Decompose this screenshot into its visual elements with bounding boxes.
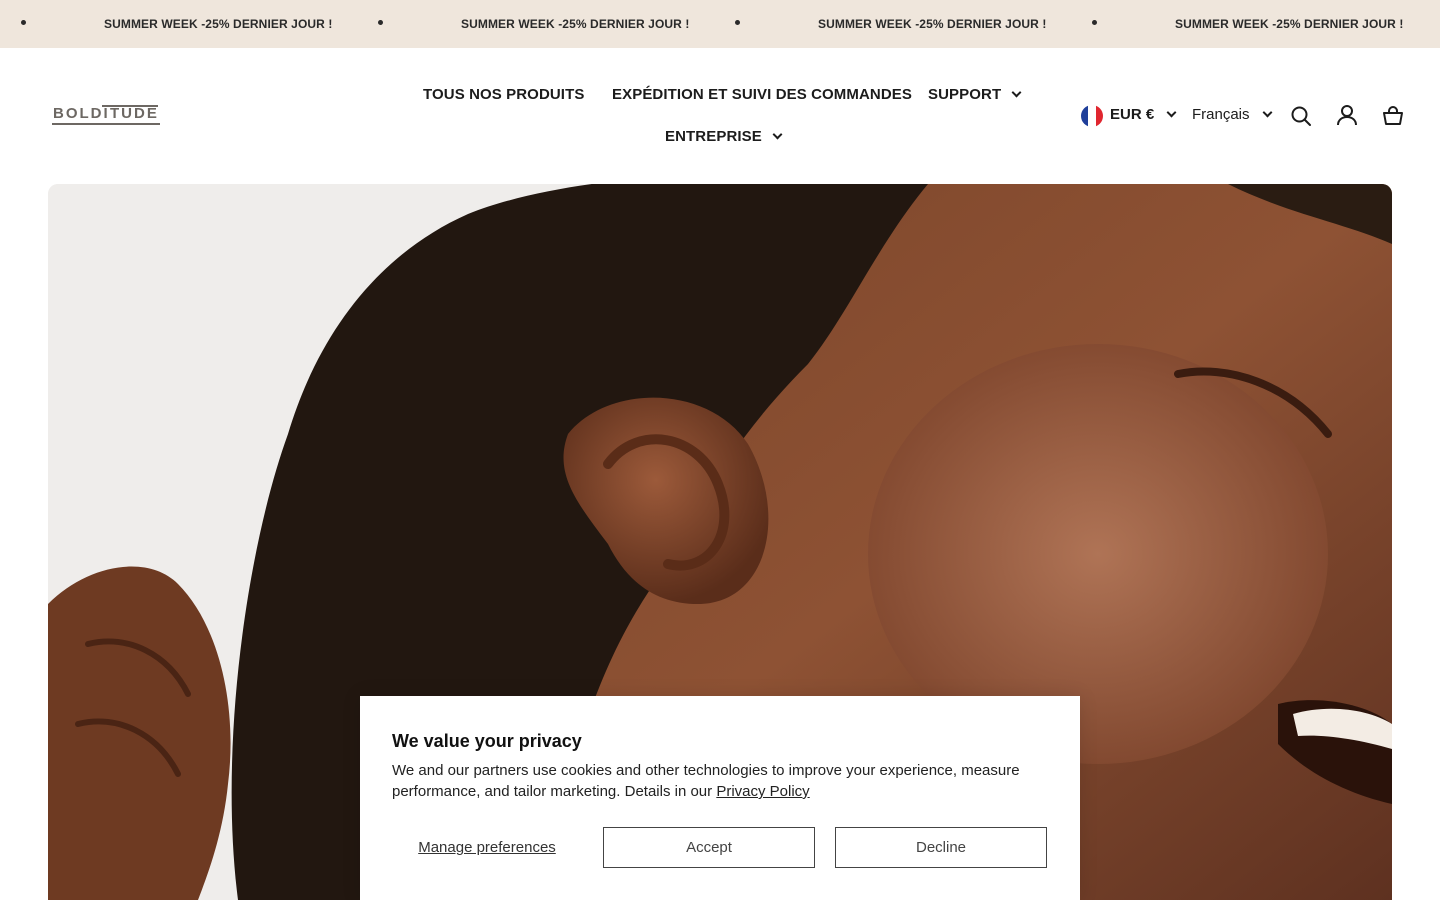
currency-label: EUR €	[1110, 106, 1155, 123]
cart-icon[interactable]	[1382, 104, 1404, 126]
nav-support-label: SUPPORT	[928, 86, 1002, 103]
chevron-down-icon	[1262, 107, 1272, 117]
announcement-track: SUMMER WEEK -25% DERNIER JOUR ! SUMMER W…	[0, 0, 1440, 48]
announcement-message[interactable]: SUMMER WEEK -25% DERNIER JOUR !	[1175, 16, 1403, 32]
nav-all-products[interactable]: TOUS NOS PRODUITS	[423, 85, 584, 105]
nav-company[interactable]: ENTREPRISE	[665, 127, 783, 147]
announcement-bar: SUMMER WEEK -25% DERNIER JOUR ! SUMMER W…	[0, 0, 1440, 48]
chevron-down-icon	[1166, 107, 1177, 117]
account-icon[interactable]	[1336, 104, 1358, 126]
nav-company-label: ENTREPRISE	[665, 128, 762, 145]
decline-button[interactable]: Decline	[835, 827, 1047, 868]
language-label: Français	[1192, 106, 1250, 123]
bullet-icon	[378, 20, 383, 25]
manage-preferences-link[interactable]: Manage preferences	[392, 827, 582, 869]
chevron-down-icon	[772, 129, 783, 139]
logo-rule-bottom	[52, 123, 160, 125]
privacy-policy-link[interactable]: Privacy Policy	[716, 783, 809, 800]
currency-selector[interactable]: EUR €	[1110, 105, 1177, 125]
announcement-message[interactable]: SUMMER WEEK -25% DERNIER JOUR !	[461, 16, 689, 32]
announcement-message[interactable]: SUMMER WEEK -25% DERNIER JOUR !	[104, 16, 332, 32]
accept-button[interactable]: Accept	[603, 827, 815, 868]
cookie-banner-text: We and our partners use cookies and othe…	[392, 760, 1032, 802]
cookie-banner-body: We and our partners use cookies and othe…	[392, 762, 1020, 800]
nav-shipping-tracking[interactable]: EXPÉDITION ET SUIVI DES COMMANDES	[612, 85, 912, 105]
chevron-down-icon	[1011, 87, 1022, 97]
language-selector[interactable]: Français	[1192, 105, 1272, 125]
announcement-message[interactable]: SUMMER WEEK -25% DERNIER JOUR !	[818, 16, 1046, 32]
brand-logo[interactable]: BOLDI TUDE	[52, 104, 160, 126]
bullet-icon	[735, 20, 740, 25]
site-header: BOLDI TUDE TOUS NOS PRODUITS EXPÉDITION …	[0, 48, 1440, 184]
bullet-icon	[21, 20, 26, 25]
france-flag-icon[interactable]	[1081, 105, 1103, 127]
cookie-consent-banner: We value your privacy We and our partner…	[360, 696, 1080, 900]
logo-text-right: TUDE	[110, 105, 159, 122]
cookie-banner-title: We value your privacy	[392, 731, 582, 751]
logo-text-left: BOLDI	[53, 105, 110, 122]
nav-support[interactable]: SUPPORT	[928, 85, 1022, 105]
search-icon[interactable]	[1290, 105, 1312, 127]
bullet-icon	[1092, 20, 1097, 25]
